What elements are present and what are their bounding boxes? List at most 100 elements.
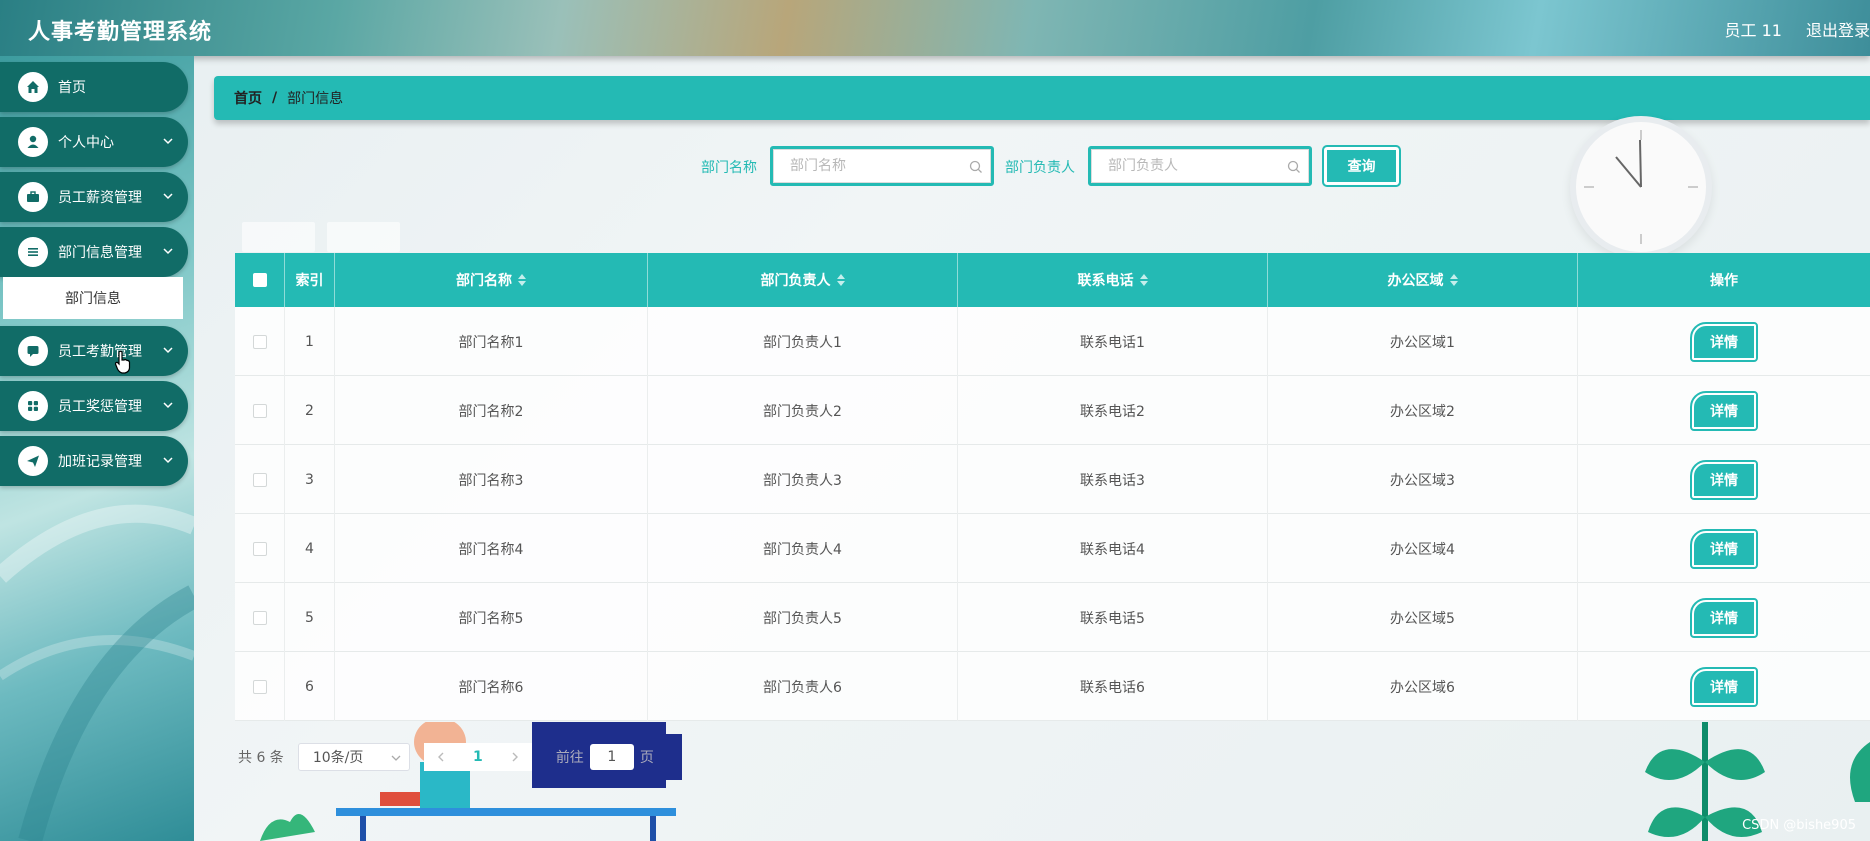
select-all-checkbox[interactable] (252, 273, 267, 287)
row-checkbox[interactable] (252, 679, 267, 694)
sidebar-item-label: 员工奖惩管理 (58, 399, 142, 415)
detail-button[interactable]: 详情 (1690, 459, 1758, 500)
detail-button[interactable]: 详情 (1690, 321, 1758, 362)
dept-name-input[interactable] (773, 149, 991, 183)
clock-face-icon (1584, 130, 1698, 244)
table-row: 6 部门名称6 部门负责人6 联系电话6 办公区域6 详情 (235, 652, 1870, 721)
top-header: 人事考勤管理系统 员工 11 退出登录 (0, 0, 1870, 56)
search-icon (969, 160, 982, 173)
row-area: 办公区域3 (1268, 445, 1578, 514)
row-manager: 部门负责人3 (648, 445, 958, 514)
manager-label: 部门负责人 (1005, 160, 1075, 176)
row-checkbox[interactable] (252, 610, 267, 625)
row-dept-name: 部门名称4 (335, 514, 648, 583)
current-page[interactable]: 1 (473, 749, 483, 765)
chevron-down-icon (163, 248, 173, 255)
column-header-label: 部门负责人 (760, 273, 831, 289)
chevron-left-icon[interactable] (436, 752, 446, 762)
chevron-down-icon (163, 457, 173, 464)
blank-action-button[interactable] (242, 222, 315, 252)
row-dept-name: 部门名称5 (335, 583, 648, 652)
row-manager: 部门负责人4 (648, 514, 958, 583)
send-icon (18, 446, 48, 476)
total-count: 共 6 条 (238, 750, 284, 766)
row-area: 办公区域4 (1268, 514, 1578, 583)
column-header-area[interactable]: 办公区域 (1268, 253, 1578, 307)
sort-icon[interactable] (1139, 274, 1148, 286)
dept-name-search-box (770, 146, 994, 186)
row-checkbox[interactable] (252, 541, 267, 556)
row-manager: 部门负责人1 (648, 307, 958, 376)
row-phone: 联系电话5 (958, 583, 1268, 652)
pagination: 共 6 条 10条/页 1 前往 1 页 (238, 734, 682, 780)
chevron-down-icon (163, 138, 173, 145)
row-manager: 部门负责人5 (648, 583, 958, 652)
breadcrumb-current: 部门信息 (287, 91, 344, 107)
table-row: 3 部门名称3 部门负责人3 联系电话3 办公区域3 详情 (235, 445, 1870, 514)
sidebar-item-label: 部门信息管理 (58, 245, 142, 261)
row-checkbox[interactable] (252, 472, 267, 487)
row-area: 办公区域1 (1268, 307, 1578, 376)
chevron-down-icon (391, 755, 401, 761)
row-index: 3 (285, 445, 335, 514)
breadcrumb-home[interactable]: 首页 (234, 88, 262, 108)
sidebar-item-label: 首页 (58, 80, 86, 96)
goto-page-input[interactable]: 1 (589, 744, 634, 770)
chevron-down-icon (163, 193, 173, 200)
app-title: 人事考勤管理系统 (28, 20, 213, 45)
column-header-label: 部门名称 (456, 273, 512, 289)
clock-decoration (1570, 116, 1712, 258)
sidebar-item-department[interactable]: 部门信息管理 (0, 227, 188, 277)
sidebar-subitem-department-info[interactable]: 部门信息 (3, 277, 183, 319)
column-header-phone[interactable]: 联系电话 (958, 253, 1268, 307)
chevron-down-icon (163, 347, 173, 354)
row-checkbox[interactable] (252, 334, 267, 349)
row-dept-name: 部门名称2 (335, 376, 648, 445)
row-phone: 联系电话4 (958, 514, 1268, 583)
column-header-label: 联系电话 (1077, 273, 1134, 289)
chevron-down-icon (163, 402, 173, 409)
sidebar-item-home[interactable]: 首页 (0, 62, 188, 112)
column-header-label: 办公区域 (1387, 273, 1444, 289)
sort-icon[interactable] (518, 274, 526, 286)
logout-link[interactable]: 退出登录 (1806, 17, 1870, 41)
sidebar-item-rewards[interactable]: 员工奖惩管理 (0, 381, 188, 431)
column-header-action: 操作 (1710, 273, 1738, 289)
manager-input[interactable] (1091, 149, 1309, 183)
row-index: 6 (285, 652, 335, 721)
sort-icon[interactable] (836, 274, 845, 286)
row-checkbox[interactable] (252, 403, 267, 418)
page-navigation: 1 (423, 743, 532, 771)
briefcase-icon (18, 182, 48, 212)
table-row: 2 部门名称2 部门负责人2 联系电话2 办公区域2 详情 (235, 376, 1870, 445)
blank-action-button[interactable] (327, 222, 400, 252)
sort-icon[interactable] (1449, 274, 1458, 286)
breadcrumb-separator: / (272, 90, 278, 106)
query-button[interactable]: 查询 (1322, 145, 1401, 187)
chevron-right-icon[interactable] (510, 752, 520, 762)
hand-cursor-icon (114, 350, 131, 374)
select-all-cell (235, 253, 285, 307)
sidebar-item-personal-center[interactable]: 个人中心 (0, 117, 188, 167)
department-table: 索引 部门名称 部门负责人 联系电话 办公区域 操作 1 部门名称1 部门负责人… (235, 253, 1870, 721)
column-header-name[interactable]: 部门名称 (335, 253, 648, 307)
sidebar-item-overtime[interactable]: 加班记录管理 (0, 436, 188, 486)
page-size-select[interactable]: 10条/页 (297, 743, 410, 771)
row-phone: 联系电话1 (958, 307, 1268, 376)
current-user[interactable]: 员工 11 (1725, 17, 1782, 41)
row-area: 办公区域5 (1268, 583, 1578, 652)
breadcrumb: 首页 / 部门信息 (214, 76, 1870, 120)
sidebar-item-label: 个人中心 (58, 135, 114, 151)
row-phone: 联系电话2 (958, 376, 1268, 445)
detail-button[interactable]: 详情 (1690, 666, 1758, 707)
detail-button[interactable]: 详情 (1690, 528, 1758, 569)
sidebar-item-salary[interactable]: 员工薪资管理 (0, 172, 188, 222)
column-header-manager[interactable]: 部门负责人 (648, 253, 958, 307)
goto-page: 前往 1 页 (545, 734, 682, 780)
row-phone: 联系电话3 (958, 445, 1268, 514)
sidebar-item-attendance[interactable]: 员工考勤管理 (0, 326, 188, 376)
grid-icon (18, 391, 48, 421)
detail-button[interactable]: 详情 (1690, 390, 1758, 431)
sidebar-item-label: 员工薪资管理 (58, 190, 142, 206)
detail-button[interactable]: 详情 (1690, 597, 1758, 638)
